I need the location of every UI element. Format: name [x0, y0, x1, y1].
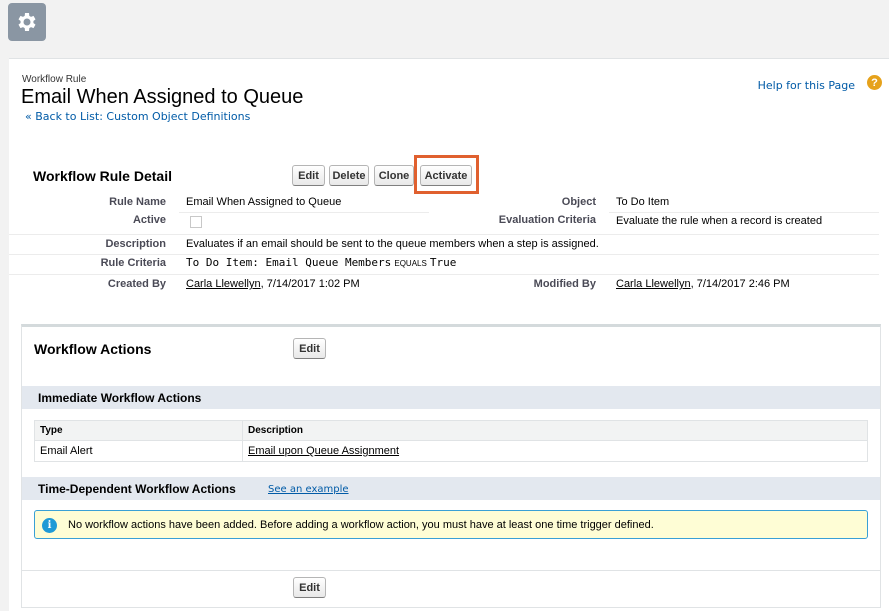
- detail-section-title: Workflow Rule Detail: [33, 168, 172, 184]
- rule-name-value: Email When Assigned to Queue: [186, 196, 342, 208]
- clone-button[interactable]: Clone: [374, 165, 414, 186]
- modified-by-date: , 7/14/2017 2:46 PM: [690, 278, 790, 290]
- rule-name-label: Rule Name: [109, 196, 166, 208]
- table-cell-description: Email upon Queue Assignment: [243, 441, 867, 461]
- row-divider: [9, 254, 879, 255]
- created-by-label: Created By: [107, 278, 166, 290]
- evaluation-criteria-label: Evaluation Criteria: [498, 214, 596, 226]
- row-divider: [9, 234, 879, 235]
- workflow-actions-title: Workflow Actions: [34, 341, 152, 357]
- criteria-operator: EQUALS: [394, 259, 427, 268]
- workflow-rule-page: Workflow Rule Email When Assigned to Que…: [9, 58, 889, 611]
- criteria-value: True: [429, 256, 457, 269]
- evaluation-criteria-value: Evaluate the rule when a record is creat…: [616, 215, 823, 227]
- column-header-description: Description: [248, 425, 304, 436]
- back-to-list-link[interactable]: « Back to List: Custom Object Definition…: [25, 110, 250, 123]
- table-cell-type: Email Alert: [35, 441, 243, 461]
- rule-criteria-label: Rule Criteria: [100, 257, 166, 269]
- row-divider: [9, 274, 879, 275]
- info-message-box: i No workflow actions have been added. B…: [34, 510, 868, 539]
- immediate-actions-title: Immediate Workflow Actions: [38, 391, 202, 405]
- modified-by-label: Modified By: [533, 278, 596, 290]
- object-value: To Do Item: [616, 196, 670, 208]
- email-alert-link[interactable]: Email upon Queue Assignment: [248, 445, 399, 457]
- description-label: Description: [105, 238, 166, 250]
- table-header-row: Type Description: [35, 421, 867, 441]
- info-icon: i: [42, 518, 57, 533]
- modified-by-value: Carla Llewellyn, 7/14/2017 2:46 PM: [616, 278, 790, 290]
- gear-icon: [18, 13, 36, 31]
- info-message-text: No workflow actions have been added. Bef…: [68, 519, 654, 531]
- bottom-edit-button[interactable]: Edit: [293, 577, 326, 598]
- workflow-actions-section: Workflow Actions Edit Immediate Workflow…: [21, 324, 881, 608]
- object-label: Object: [561, 196, 596, 208]
- created-by-date: , 7/14/2017 1:02 PM: [260, 278, 360, 290]
- immediate-actions-header: Immediate Workflow Actions: [22, 386, 880, 409]
- delete-button[interactable]: Delete: [329, 165, 369, 186]
- modified-by-user-link[interactable]: Carla Llewellyn: [616, 278, 691, 290]
- immediate-actions-table: Type Description Email Alert Email upon …: [34, 420, 868, 462]
- back-link-arrow: «: [25, 110, 32, 123]
- page-title: Email When Assigned to Queue: [21, 86, 304, 108]
- edit-button[interactable]: Edit: [292, 165, 325, 186]
- row-divider: [179, 212, 429, 213]
- activate-highlight-box: [414, 155, 479, 194]
- criteria-field: To Do Item: Email Queue Members: [186, 256, 392, 269]
- help-icon[interactable]: ?: [867, 75, 882, 90]
- rule-criteria-value: To Do Item: Email Queue Members EQUALS T…: [186, 256, 456, 269]
- active-checkbox: [190, 216, 202, 228]
- column-header-type: Type: [35, 421, 243, 440]
- see-an-example-link[interactable]: See an example: [268, 484, 349, 495]
- section-divider: [22, 570, 880, 571]
- setup-gear-button[interactable]: [8, 3, 46, 41]
- active-label: Active: [132, 214, 166, 226]
- actions-edit-button[interactable]: Edit: [293, 338, 326, 359]
- back-link-label: Back to List: Custom Object Definitions: [35, 110, 251, 123]
- time-dependent-actions-title: Time-Dependent Workflow Actions: [38, 482, 236, 496]
- description-value: Evaluates if an email should be sent to …: [186, 238, 599, 250]
- created-by-user-link[interactable]: Carla Llewellyn: [186, 278, 261, 290]
- row-divider: [609, 212, 879, 213]
- time-dependent-actions-header: Time-Dependent Workflow Actions See an e…: [22, 477, 880, 500]
- page-type-label: Workflow Rule: [22, 74, 87, 85]
- table-row: Email Alert Email upon Queue Assignment: [35, 441, 867, 461]
- help-for-this-page-link[interactable]: Help for this Page: [758, 79, 855, 92]
- created-by-value: Carla Llewellyn, 7/14/2017 1:02 PM: [186, 278, 360, 290]
